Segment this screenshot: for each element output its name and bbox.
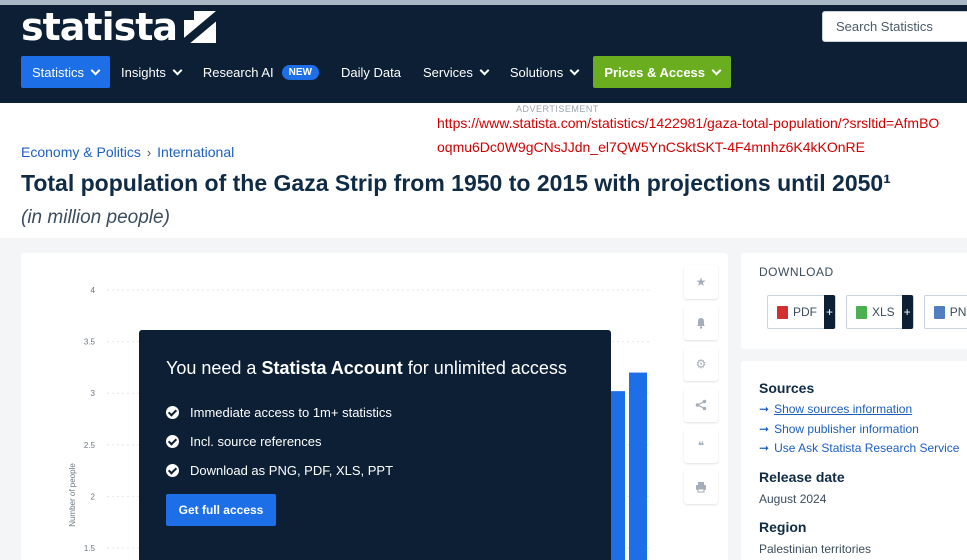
main-nav: Statistics Insights Research AI NEW Dail… xyxy=(21,56,732,88)
check-icon xyxy=(166,435,179,448)
logo-text: statista xyxy=(21,5,178,49)
y-axis-label: Number of people xyxy=(68,463,77,527)
show-publisher-label: Show publisher information xyxy=(774,422,919,436)
chart-toolbar: ★ ⚙ ❝ xyxy=(684,265,720,511)
url-line-1: https://www.statista.com/statistics/1422… xyxy=(437,115,940,131)
chevron-down-icon xyxy=(711,65,722,75)
chevron-right-icon: › xyxy=(146,144,152,160)
nav-services[interactable]: Services xyxy=(412,56,499,88)
download-pdf-button[interactable]: PDF + xyxy=(767,295,836,329)
check-icon xyxy=(166,406,179,419)
y-tick-label: 1.5 xyxy=(84,544,96,553)
nav-services-label: Services xyxy=(422,64,473,80)
arrow-right-icon: ➞ xyxy=(759,402,770,416)
download-title: DOWNLOAD xyxy=(759,265,834,279)
share-icon[interactable] xyxy=(684,388,718,422)
sources-title: Sources xyxy=(759,380,815,396)
new-badge: NEW xyxy=(281,64,319,80)
breadcrumb: Economy & Politics › International xyxy=(21,144,234,160)
download-pdf-label: PDF xyxy=(793,305,817,319)
top-header: statista Statistics Insights Research AI… xyxy=(0,0,967,103)
logo-mark-icon xyxy=(184,11,217,43)
nav-insights[interactable]: Insights xyxy=(110,56,192,88)
paywall-title-pre: You need a xyxy=(166,358,262,378)
list-item: Download as PNG, PDF, XLS, PPT xyxy=(166,456,393,485)
y-tick-label: 3.5 xyxy=(84,338,96,347)
chevron-down-icon xyxy=(479,65,490,75)
sources-panel: Sources ➞ Show sources information ➞ Show … xyxy=(741,361,967,560)
chevron-down-icon xyxy=(90,65,101,75)
ask-statista-link[interactable]: ➞ Use Ask Statista Research Service xyxy=(759,441,959,455)
quote-icon[interactable]: ❝ xyxy=(684,429,718,463)
url-line-2: oqmu6Dc0W9gCNsJJdn_el7QW5YnCSktSKT-4F4mn… xyxy=(437,139,865,155)
search-input[interactable] xyxy=(822,11,967,42)
breadcrumb-international[interactable]: International xyxy=(157,144,234,160)
account-paywall: You need a Statista Account for unlimite… xyxy=(139,330,611,560)
download-png-button[interactable]: PNG xyxy=(923,295,967,329)
download-xls-button[interactable]: XLS + xyxy=(846,295,914,329)
statista-logo[interactable]: statista xyxy=(21,5,217,49)
show-sources-label: Show sources information xyxy=(774,402,913,416)
page-title: Total population of the Gaza Strip from … xyxy=(21,170,891,196)
download-panel: DOWNLOAD PDF + XLS + PNG xyxy=(741,253,967,349)
url-annotation: https://www.statista.com/statistics/1422… xyxy=(437,111,962,159)
paywall-title-bold: Statista Account xyxy=(261,358,403,378)
benefit-label: Download as PNG, PDF, XLS, PPT xyxy=(190,463,394,478)
list-item: Incl. source references xyxy=(166,427,393,456)
download-buttons: PDF + XLS + PNG xyxy=(767,295,967,329)
benefit-label: Incl. source references xyxy=(190,434,322,449)
pdf-file-icon xyxy=(777,305,788,319)
nav-statistics[interactable]: Statistics xyxy=(21,56,111,88)
paywall-title: You need a Statista Account for unlimite… xyxy=(166,358,567,379)
chevron-down-icon xyxy=(172,65,183,75)
region-title: Region xyxy=(759,519,807,535)
nav-daily-data-label: Daily Data xyxy=(341,64,401,80)
print-icon[interactable] xyxy=(684,470,718,504)
show-sources-link[interactable]: ➞ Show sources information xyxy=(759,402,912,416)
star-icon[interactable]: ★ xyxy=(684,265,718,299)
y-tick-label: 2 xyxy=(91,492,96,501)
nav-daily-data[interactable]: Daily Data xyxy=(330,56,412,88)
nav-research-ai-label: Research AI xyxy=(202,64,274,80)
download-xls-label: XLS xyxy=(872,305,895,319)
xls-file-icon xyxy=(856,305,867,319)
show-publisher-link[interactable]: ➞ Show publisher information xyxy=(759,422,919,436)
nav-solutions-label: Solutions xyxy=(509,64,564,80)
nav-solutions[interactable]: Solutions xyxy=(499,56,589,88)
nav-prices-label: Prices & Access xyxy=(604,64,706,80)
page-subtitle: (in million people) xyxy=(21,207,170,228)
arrow-right-icon: ➞ xyxy=(759,441,770,455)
release-date-value: August 2024 xyxy=(759,492,827,506)
plus-icon[interactable]: + xyxy=(824,295,835,329)
benefit-label: Immediate access to 1m+ statistics xyxy=(190,405,392,420)
get-full-access-button[interactable]: Get full access xyxy=(166,494,276,526)
gear-icon[interactable]: ⚙ xyxy=(684,347,718,381)
chart-bar xyxy=(629,372,647,560)
check-icon xyxy=(166,464,179,477)
plus-icon[interactable]: + xyxy=(901,295,913,329)
nav-research-ai[interactable]: Research AI NEW xyxy=(192,56,330,88)
arrow-right-icon: ➞ xyxy=(759,422,770,436)
download-png-label: PNG xyxy=(949,305,967,319)
paywall-title-post: for unlimited access xyxy=(402,358,567,378)
ask-statista-label: Use Ask Statista Research Service xyxy=(774,441,960,455)
nav-statistics-label: Statistics xyxy=(32,64,85,80)
nav-prices-access[interactable]: Prices & Access xyxy=(593,56,732,88)
region-value: Palestinian territories xyxy=(759,542,872,556)
breadcrumb-economy-politics[interactable]: Economy & Politics xyxy=(21,144,141,160)
y-tick-label: 3 xyxy=(91,389,96,398)
nav-insights-label: Insights xyxy=(121,64,166,80)
png-file-icon xyxy=(933,305,945,319)
bell-icon[interactable] xyxy=(684,306,718,340)
chevron-down-icon xyxy=(569,65,580,75)
release-date-title: Release date xyxy=(759,469,845,485)
list-item: Immediate access to 1m+ statistics xyxy=(166,398,393,427)
y-tick-label: 4 xyxy=(91,286,96,295)
y-tick-label: 2.5 xyxy=(84,441,96,450)
paywall-benefits: Immediate access to 1m+ statistics Incl.… xyxy=(166,398,393,485)
